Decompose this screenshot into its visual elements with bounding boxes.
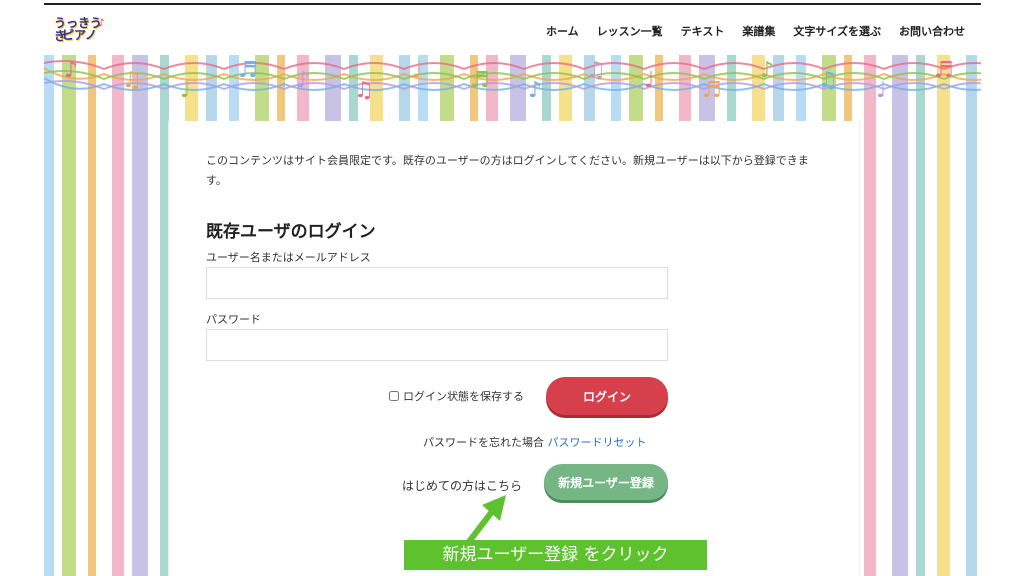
instruction-callout: 新規ユーザー登録 をクリック <box>404 540 707 570</box>
nav-item-home[interactable]: ホーム <box>546 23 579 39</box>
svg-text:♫: ♫ <box>354 78 374 103</box>
intro-text: このコンテンツはサイト会員限定です。既存のユーザーの方はログインしてください。新… <box>206 154 809 187</box>
svg-text:♪: ♪ <box>64 58 78 83</box>
site-header: うっきうき ピアノ ♪ ホーム レッスン一覧 テキスト 楽譜集 文字サイズを選ぶ… <box>44 5 981 55</box>
svg-text:♪: ♪ <box>296 68 310 93</box>
svg-text:♬: ♬ <box>238 58 258 83</box>
first-time-text: はじめての方はこちら <box>402 479 523 493</box>
site-logo[interactable]: うっきうき ピアノ ♪ <box>52 15 108 47</box>
password-label: パスワード <box>206 313 261 326</box>
login-card: このコンテンツはサイト会員限定です。既存のユーザーの方はログインしてください。新… <box>168 121 860 576</box>
nav-item-text[interactable]: テキスト <box>681 23 725 39</box>
svg-text:♫: ♫ <box>586 58 606 83</box>
password-reset-link[interactable]: パスワードリセット <box>548 436 647 449</box>
forgot-password: パスワードを忘れた場合 パスワードリセット <box>423 434 647 450</box>
logo-text-line2: ピアノ <box>62 28 97 42</box>
main-nav: ホーム レッスン一覧 テキスト 楽譜集 文字サイズを選ぶ お問い合わせ <box>546 23 965 39</box>
svg-text:♩: ♩ <box>876 78 886 103</box>
remember-checkbox[interactable] <box>389 391 399 401</box>
nav-item-contact[interactable]: お問い合わせ <box>899 23 965 39</box>
password-input[interactable] <box>206 329 668 361</box>
login-heading: 既存ユーザのログイン <box>206 222 376 242</box>
svg-text:♫: ♫ <box>818 68 838 93</box>
svg-text:♪: ♪ <box>528 78 542 103</box>
svg-text:♬: ♬ <box>934 58 954 83</box>
music-note-icon: ♪ <box>98 18 105 29</box>
svg-text:♩: ♩ <box>644 68 654 93</box>
svg-text:♪: ♪ <box>760 58 774 83</box>
username-label: ユーザー名またはメールアドレス <box>206 251 371 264</box>
login-button[interactable]: ログイン <box>546 377 668 415</box>
register-button[interactable]: 新規ユーザー登録 <box>544 464 668 500</box>
nav-item-font-size[interactable]: 文字サイズを選ぶ <box>793 23 881 39</box>
svg-text:♫: ♫ <box>122 68 142 93</box>
arrow-up-right-icon <box>465 495 506 546</box>
username-input[interactable] <box>206 267 668 299</box>
remember-me: ログイン状態を保存する <box>389 388 524 404</box>
svg-text:♬: ♬ <box>702 78 722 103</box>
remember-label[interactable]: ログイン状態を保存する <box>403 388 524 404</box>
nav-item-sheet-music[interactable]: 楽譜集 <box>742 23 775 39</box>
forgot-password-text: パスワードを忘れた場合 <box>423 436 544 449</box>
nav-item-lessons[interactable]: レッスン一覧 <box>597 23 663 39</box>
svg-text:♩: ♩ <box>180 78 190 103</box>
svg-text:♩: ♩ <box>412 58 422 83</box>
svg-text:♬: ♬ <box>470 68 490 93</box>
browser-viewport: うっきうき ピアノ ♪ ホーム レッスン一覧 テキスト 楽譜集 文字サイズを選ぶ… <box>44 3 981 576</box>
